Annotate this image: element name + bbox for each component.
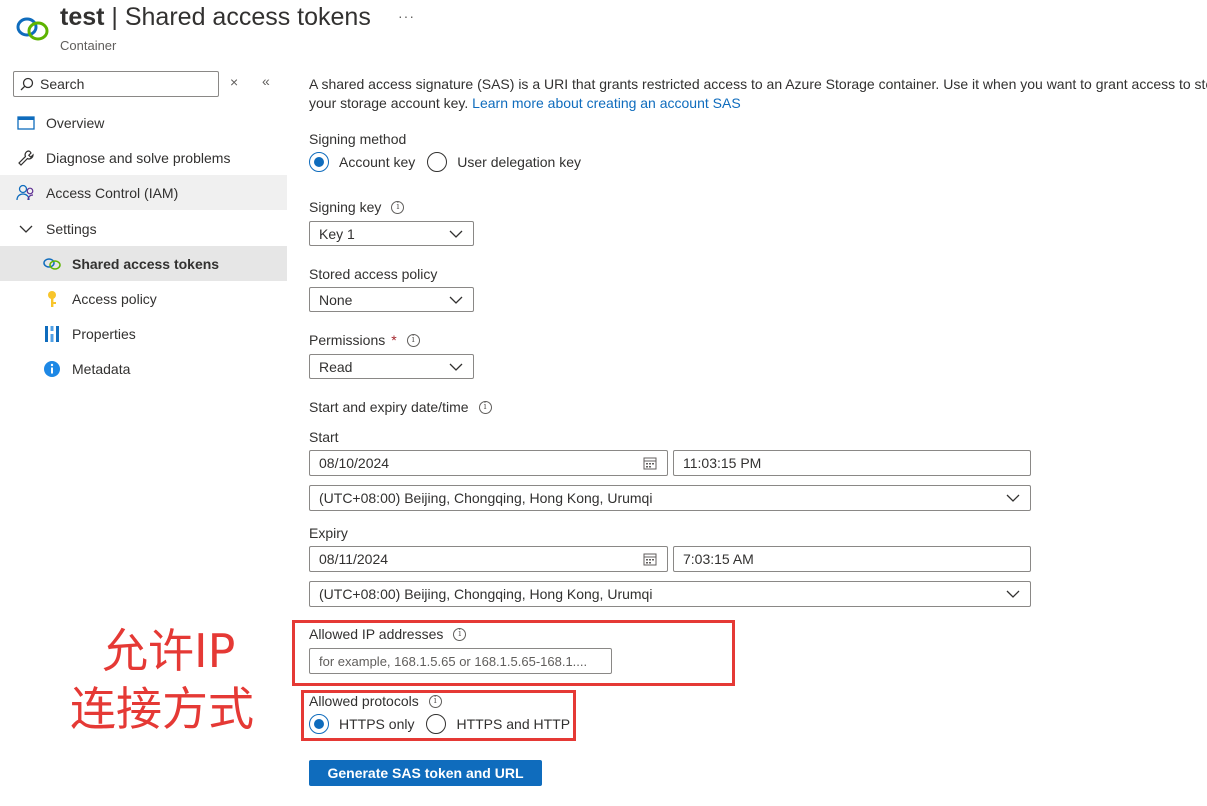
permissions-label: Permissions * i (309, 332, 420, 348)
info-icon[interactable]: i (478, 400, 492, 414)
account-key-radio[interactable] (309, 152, 329, 172)
ip-highlight-box (292, 620, 735, 686)
stored-policy-dropdown[interactable]: None (309, 287, 474, 312)
annotation-line: 连接方式 (70, 682, 254, 736)
sidebar-item-label: Access Control (IAM) (46, 184, 179, 201)
permissions-value: Read (319, 358, 353, 375)
sidebar-item-shared-access-tokens[interactable]: Shared access tokens (0, 246, 287, 281)
start-date-value: 08/10/2024 (319, 455, 390, 471)
stored-policy-label: Stored access policy (309, 266, 438, 282)
sidebar-item-label: Access policy (72, 290, 157, 307)
chevron-down-icon (449, 296, 463, 304)
wrench-icon (16, 148, 36, 168)
properties-icon (42, 324, 62, 344)
key-icon (42, 289, 62, 309)
chevron-down-icon (1006, 590, 1020, 598)
sidebar-item-diagnose[interactable]: Diagnose and solve problems (0, 140, 287, 175)
search-icon (20, 77, 34, 91)
expiry-timezone-dropdown[interactable]: (UTC+08:00) Beijing, Chongqing, Hong Kon… (309, 581, 1031, 607)
protocol-highlight-box (301, 690, 576, 741)
overview-icon (16, 113, 36, 133)
sidebar-item-label: Shared access tokens (72, 255, 220, 272)
annotation-line: 允许IP (102, 624, 236, 678)
annotation-text: 允许IP 连接方式 (70, 622, 254, 738)
sidebar-item-metadata[interactable]: Metadata (0, 351, 287, 386)
calendar-icon[interactable] (643, 456, 657, 470)
collapse-sidebar-icon[interactable]: « (262, 73, 270, 89)
chevron-down-icon (449, 230, 463, 238)
more-options-button[interactable]: ··· (398, 8, 415, 24)
signing-method-label: Signing method (309, 131, 407, 147)
sidebar-search[interactable] (13, 71, 219, 97)
info-icon[interactable]: i (391, 200, 405, 214)
expiry-date-value: 08/11/2024 (319, 551, 389, 567)
expiry-time-field[interactable]: 7:03:15 AM (673, 546, 1031, 572)
signing-method-group: Account key User delegation key (309, 152, 581, 172)
search-input[interactable] (40, 76, 210, 92)
sidebar-item-access-policy[interactable]: Access policy (0, 281, 287, 316)
sidebar-item-label: Settings (46, 220, 97, 237)
info-icon (42, 359, 62, 379)
signing-key-label: Signing key i (309, 199, 405, 215)
signing-key-dropdown[interactable]: Key 1 (309, 221, 474, 246)
start-label: Start (309, 429, 339, 445)
expiry-date-field[interactable]: 08/11/2024 (309, 546, 668, 572)
permissions-dropdown[interactable]: Read (309, 354, 474, 379)
learn-more-link[interactable]: Learn more about creating an account SAS (472, 95, 741, 111)
page-subtitle: Container (60, 38, 117, 53)
sidebar-item-label: Diagnose and solve problems (46, 149, 231, 166)
expiry-time-value: 7:03:15 AM (683, 551, 754, 567)
sidebar-item-access-control[interactable]: Access Control (IAM) (0, 175, 287, 210)
required-marker: * (391, 332, 397, 348)
start-time-field[interactable]: 11:03:15 PM (673, 450, 1031, 476)
chevron-down-icon (16, 219, 36, 239)
generate-sas-button[interactable]: Generate SAS token and URL (309, 760, 542, 786)
start-timezone-value: (UTC+08:00) Beijing, Chongqing, Hong Kon… (319, 490, 653, 506)
sidebar-item-label: Properties (72, 325, 136, 342)
clear-search-icon[interactable]: × (230, 74, 238, 90)
sas-description: A shared access signature (SAS) is a URI… (309, 76, 1207, 111)
sidebar-item-label: Overview (46, 114, 105, 131)
sidebar-group-settings[interactable]: Settings (0, 211, 287, 246)
sidebar-item-overview[interactable]: Overview (0, 105, 287, 140)
link-icon (42, 254, 62, 274)
chevron-down-icon (449, 363, 463, 371)
start-time-value: 11:03:15 PM (683, 455, 762, 471)
info-icon[interactable]: i (406, 333, 420, 347)
chevron-down-icon (1006, 494, 1020, 502)
datetime-label: Start and expiry date/time i (309, 399, 492, 415)
account-key-label: Account key (339, 154, 416, 170)
signing-key-value: Key 1 (319, 225, 355, 242)
sidebar-item-properties[interactable]: Properties (0, 316, 287, 351)
shared-access-token-icon (16, 17, 49, 41)
people-icon (16, 183, 36, 203)
start-date-field[interactable]: 08/10/2024 (309, 450, 668, 476)
expiry-timezone-value: (UTC+08:00) Beijing, Chongqing, Hong Kon… (319, 586, 653, 602)
expiry-label: Expiry (309, 525, 348, 541)
start-timezone-dropdown[interactable]: (UTC+08:00) Beijing, Chongqing, Hong Kon… (309, 485, 1031, 511)
calendar-icon[interactable] (643, 552, 657, 566)
user-delegation-key-radio[interactable] (427, 152, 448, 172)
sidebar-item-label: Metadata (72, 360, 131, 377)
user-delegation-key-label: User delegation key (457, 154, 582, 170)
page-title: test | Shared access tokens (60, 3, 371, 31)
stored-policy-value: None (319, 291, 353, 308)
